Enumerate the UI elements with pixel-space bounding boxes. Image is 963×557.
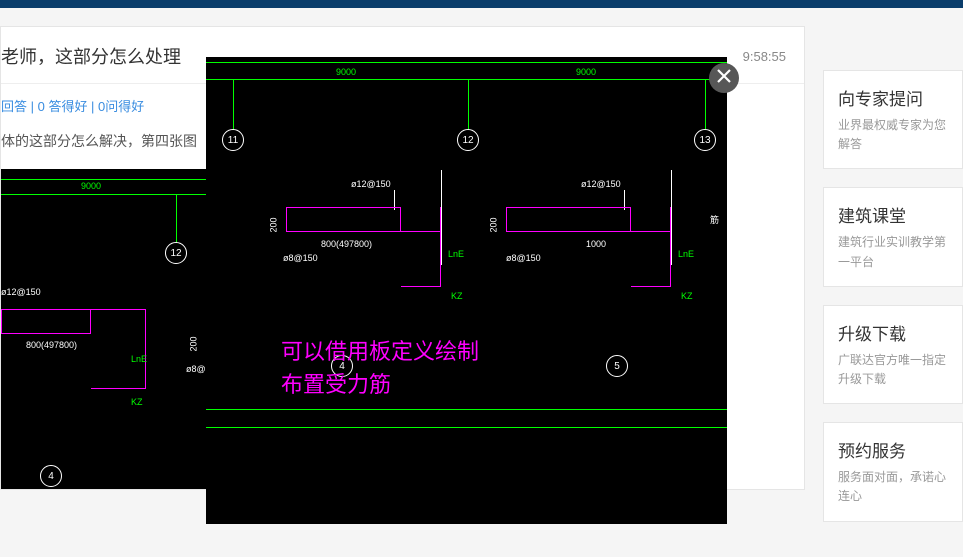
kz-label: KZ [451,291,463,301]
beam-section-right [506,207,631,232]
sidebar-classroom[interactable]: 建筑课堂 建筑行业实训教学第一平台 [823,187,963,286]
grid-line [206,62,727,63]
thumb-rebar: ø12@150 [1,287,41,297]
top-nav-bar [0,0,963,8]
thumb-column [91,309,146,389]
lne-label: LnE [448,249,464,259]
sidebar-ask-expert[interactable]: 向专家提问 业界最权威专家为您解答 [823,70,963,169]
grid-bubble-11: 11 [222,129,244,151]
sidebar-card-title: 预约服务 [838,437,950,462]
thumb-beam [1,309,91,334]
rebar-label: ø12@150 [581,179,621,189]
side-dim: 200 [269,217,279,232]
beam-dim: 800(497800) [321,239,372,249]
grid-bubble-12: 12 [457,129,479,151]
sidebar-card-title: 升级下载 [838,320,950,345]
question-time: 9:58:55 [743,49,786,64]
cad-drawing: 9000 9000 11 12 13 ø12@150 200 ø8@150 80… [206,57,727,524]
beam-junction [631,207,671,232]
sidebar-card-desc: 广联达官方唯一指定升级下载 [838,351,950,389]
sidebar-card-title: 建筑课堂 [838,202,950,227]
rebar-label: ø8@150 [283,253,318,263]
thumb-beam-dim: 800(497800) [26,340,77,350]
grid-line [206,409,727,410]
thumb-grid-bubble-4: 4 [40,465,62,487]
side-dim: 200 [489,217,499,232]
grid-bubble-13: 13 [694,129,716,151]
section-line [671,170,672,265]
dim-label: 9000 [336,67,356,77]
lne-label: LnE [678,249,694,259]
note-char: 筋 [710,213,719,226]
question-title: 老师，这部分怎么处理 [1,43,181,69]
beam-dim: 1000 [586,239,606,249]
grid-leader [468,79,469,131]
rebar-label: ø8@150 [506,253,541,263]
beam-junction [401,207,441,232]
thumb-grid-bubble: 12 [165,242,187,264]
beam-section-left [286,207,401,232]
grid-bubble-5: 5 [606,355,628,377]
grid-leader [233,79,234,131]
kz-label: KZ [681,291,693,301]
thumb-rebar2: ø8@ [186,364,206,374]
sidebar-card-desc: 建筑行业实训教学第一平台 [838,233,950,271]
sidebar-card-desc: 服务面对面，承诺心连心 [838,468,950,506]
section-line [441,170,442,265]
thumb-kz: KZ [131,397,143,407]
close-button[interactable] [709,63,739,93]
annotation-text: 可以借用板定义绘制 布置受力筋 [281,335,479,401]
sidebar-card-title: 向专家提问 [838,85,950,110]
thumb-lne: LnE [131,354,147,364]
thumb-dim: 9000 [81,181,101,191]
grid-line [206,79,727,80]
sidebar-card-desc: 业界最权威专家为您解答 [838,116,950,154]
dim-label: 9000 [576,67,596,77]
sidebar-appointment[interactable]: 预约服务 服务面对面，承诺心连心 [823,422,963,521]
image-modal: 9000 9000 11 12 13 ø12@150 200 ø8@150 80… [206,57,727,524]
close-icon [716,68,732,89]
sidebar: 向专家提问 业界最权威专家为您解答 建筑课堂 建筑行业实训教学第一平台 升级下载… [823,26,963,522]
rebar-label: ø12@150 [351,179,391,189]
sidebar-download[interactable]: 升级下载 广联达官方唯一指定升级下载 [823,305,963,404]
grid-leader [705,79,706,131]
thumb-side-dim: 200 [189,336,199,351]
grid-line [206,427,727,428]
